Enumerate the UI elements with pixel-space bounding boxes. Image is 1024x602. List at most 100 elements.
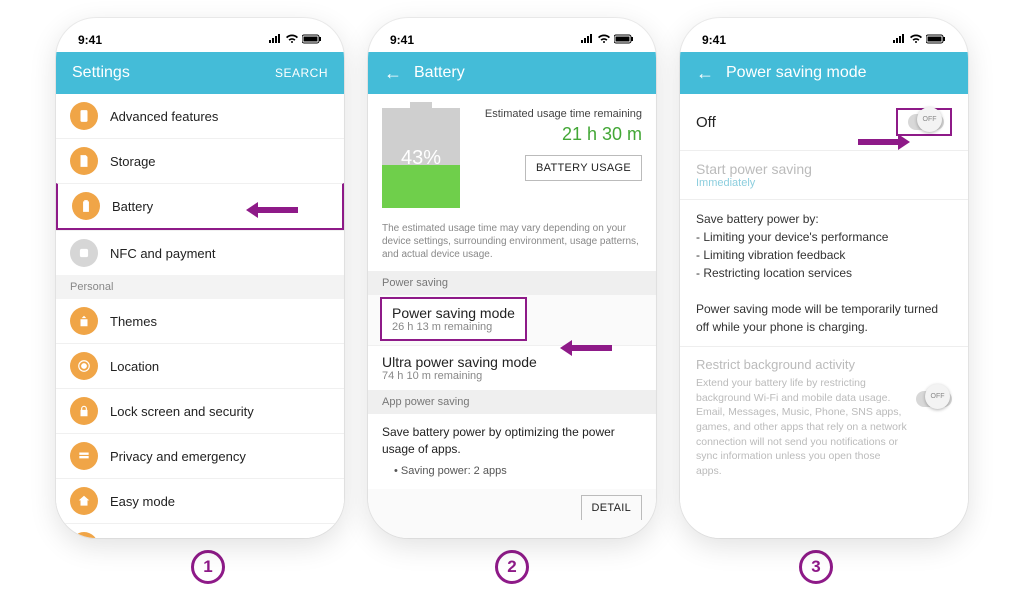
settings-item-advanced[interactable]: Advanced features [56,94,344,138]
estimate-label: Estimated usage time remaining [476,108,642,120]
off-label: Off [696,114,896,131]
battery-usage-button[interactable]: BATTERY USAGE [525,155,642,181]
status-right [892,33,946,47]
mode-title: Ultra power saving mode [382,354,642,370]
saving-apps-text: • Saving power: 2 apps [382,464,642,479]
wifi-icon [285,33,299,47]
restrict-toggle[interactable] [916,391,952,407]
detail-button-row: DETAIL [368,489,656,520]
wifi-icon [597,33,611,47]
battery-estimate: Estimated usage time remaining 21 h 30 m… [476,108,642,208]
battery-icon [926,33,946,47]
status-time: 9:41 [78,33,102,47]
app-power-saving: Save battery power by optimizing the pow… [368,414,656,489]
row-label: Lock screen and security [110,404,254,419]
step-badges: 1 2 3 [0,550,1024,584]
app-bar: ← Power saving mode [680,52,968,94]
battery-summary: 43% Estimated usage time remaining 21 h … [368,94,656,222]
row-label: Battery [112,199,153,214]
accounts-icon [70,532,98,538]
home-icon [70,487,98,515]
storage-icon [70,147,98,175]
location-icon [70,352,98,380]
bullet-location: - Restricting location services [696,264,952,282]
estimate-time: 21 h 30 m [476,124,642,145]
battery-content: 43% Estimated usage time remaining 21 h … [368,94,656,538]
row-label: Advanced features [110,109,218,124]
app-save-text: Save battery power by optimizing the pow… [382,424,642,458]
start-sub: Immediately [696,177,952,189]
battery-icon [302,33,322,47]
battery-fill [382,165,460,208]
step-1-badge: 1 [191,550,225,584]
signal-icon [268,33,282,47]
ultra-power-saving-item[interactable]: Ultra power saving mode 74 h 10 m remain… [368,345,656,390]
advanced-icon [70,102,98,130]
section-app-power: App power saving [368,390,656,414]
psm-content: Off Start power saving Immediately Save … [680,94,968,538]
settings-item-themes[interactable]: Themes [56,299,344,343]
nfc-icon [70,239,98,267]
save-header: Save battery power by: [696,210,952,228]
phone-settings: 9:41 Settings SEARCH Advanced features S… [56,18,344,538]
app-bar: ← Battery [368,52,656,94]
psm-master-toggle-row: Off [680,94,968,150]
battery-icon [614,33,634,47]
row-label: Storage [110,154,156,169]
status-right [580,33,634,47]
restrict-title: Restrict background activity [696,357,908,372]
themes-icon [70,307,98,335]
power-saving-mode-item[interactable]: Power saving mode 26 h 13 m remaining [380,297,527,341]
search-button[interactable]: SEARCH [275,66,328,80]
phone-battery: 9:41 ← Battery 43% Estimated usage time … [368,18,656,538]
settings-item-location[interactable]: Location [56,343,344,388]
signal-icon [580,33,594,47]
bullet-vibration: - Limiting vibration feedback [696,246,952,264]
settings-list: Advanced features Storage Battery NFC an… [56,94,344,538]
notch [446,18,578,44]
status-right [268,33,322,47]
back-button[interactable]: ← [384,63,402,84]
status-time: 9:41 [390,33,414,47]
battery-note: The estimated usage time may vary depend… [368,222,656,271]
row-label: Themes [110,314,157,329]
settings-item-battery[interactable]: Battery [56,183,344,230]
phone-power-saving-mode: 9:41 ← Power saving mode Off Start power… [680,18,968,538]
restrict-background-item[interactable]: Restrict background activity Extend your… [680,347,968,489]
row-label: Easy mode [110,494,175,509]
row-label: Location [110,359,159,374]
settings-item-lockscreen[interactable]: Lock screen and security [56,388,344,433]
row-label: NFC and payment [110,246,216,261]
master-toggle[interactable] [908,114,944,130]
app-bar: Settings SEARCH [56,52,344,94]
notch [758,18,890,44]
settings-item-accounts[interactable]: Accounts [56,523,344,538]
settings-item-easymode[interactable]: Easy mode [56,478,344,523]
appbar-title: Settings [72,64,275,82]
appbar-title: Power saving mode [726,64,952,82]
privacy-icon [70,442,98,470]
back-button[interactable]: ← [696,63,714,84]
settings-item-nfc[interactable]: NFC and payment [56,230,344,275]
step-3-badge: 3 [799,550,833,584]
notch [134,18,266,44]
mode-subtitle: 26 h 13 m remaining [392,321,515,333]
row-label: Privacy and emergency [110,449,246,464]
restrict-desc: Extend your battery life by restricting … [696,376,908,479]
start-power-saving-item[interactable]: Start power saving Immediately [680,151,968,199]
phone-row: 9:41 Settings SEARCH Advanced features S… [0,0,1024,538]
section-personal: Personal [56,275,344,299]
step-2-badge: 2 [495,550,529,584]
lock-icon [70,397,98,425]
bullet-performance: - Limiting your device's performance [696,228,952,246]
settings-item-storage[interactable]: Storage [56,138,344,183]
mode-title: Power saving mode [392,305,515,321]
detail-button[interactable]: DETAIL [581,495,643,520]
settings-item-privacy[interactable]: Privacy and emergency [56,433,344,478]
section-power-saving: Power saving [368,271,656,295]
toggle-highlight [896,108,952,136]
battery-graphic: 43% [382,108,460,208]
charging-note: Power saving mode will be temporarily tu… [696,300,952,336]
appbar-title: Battery [414,64,640,82]
psm-description: Save battery power by: - Limiting your d… [680,200,968,346]
